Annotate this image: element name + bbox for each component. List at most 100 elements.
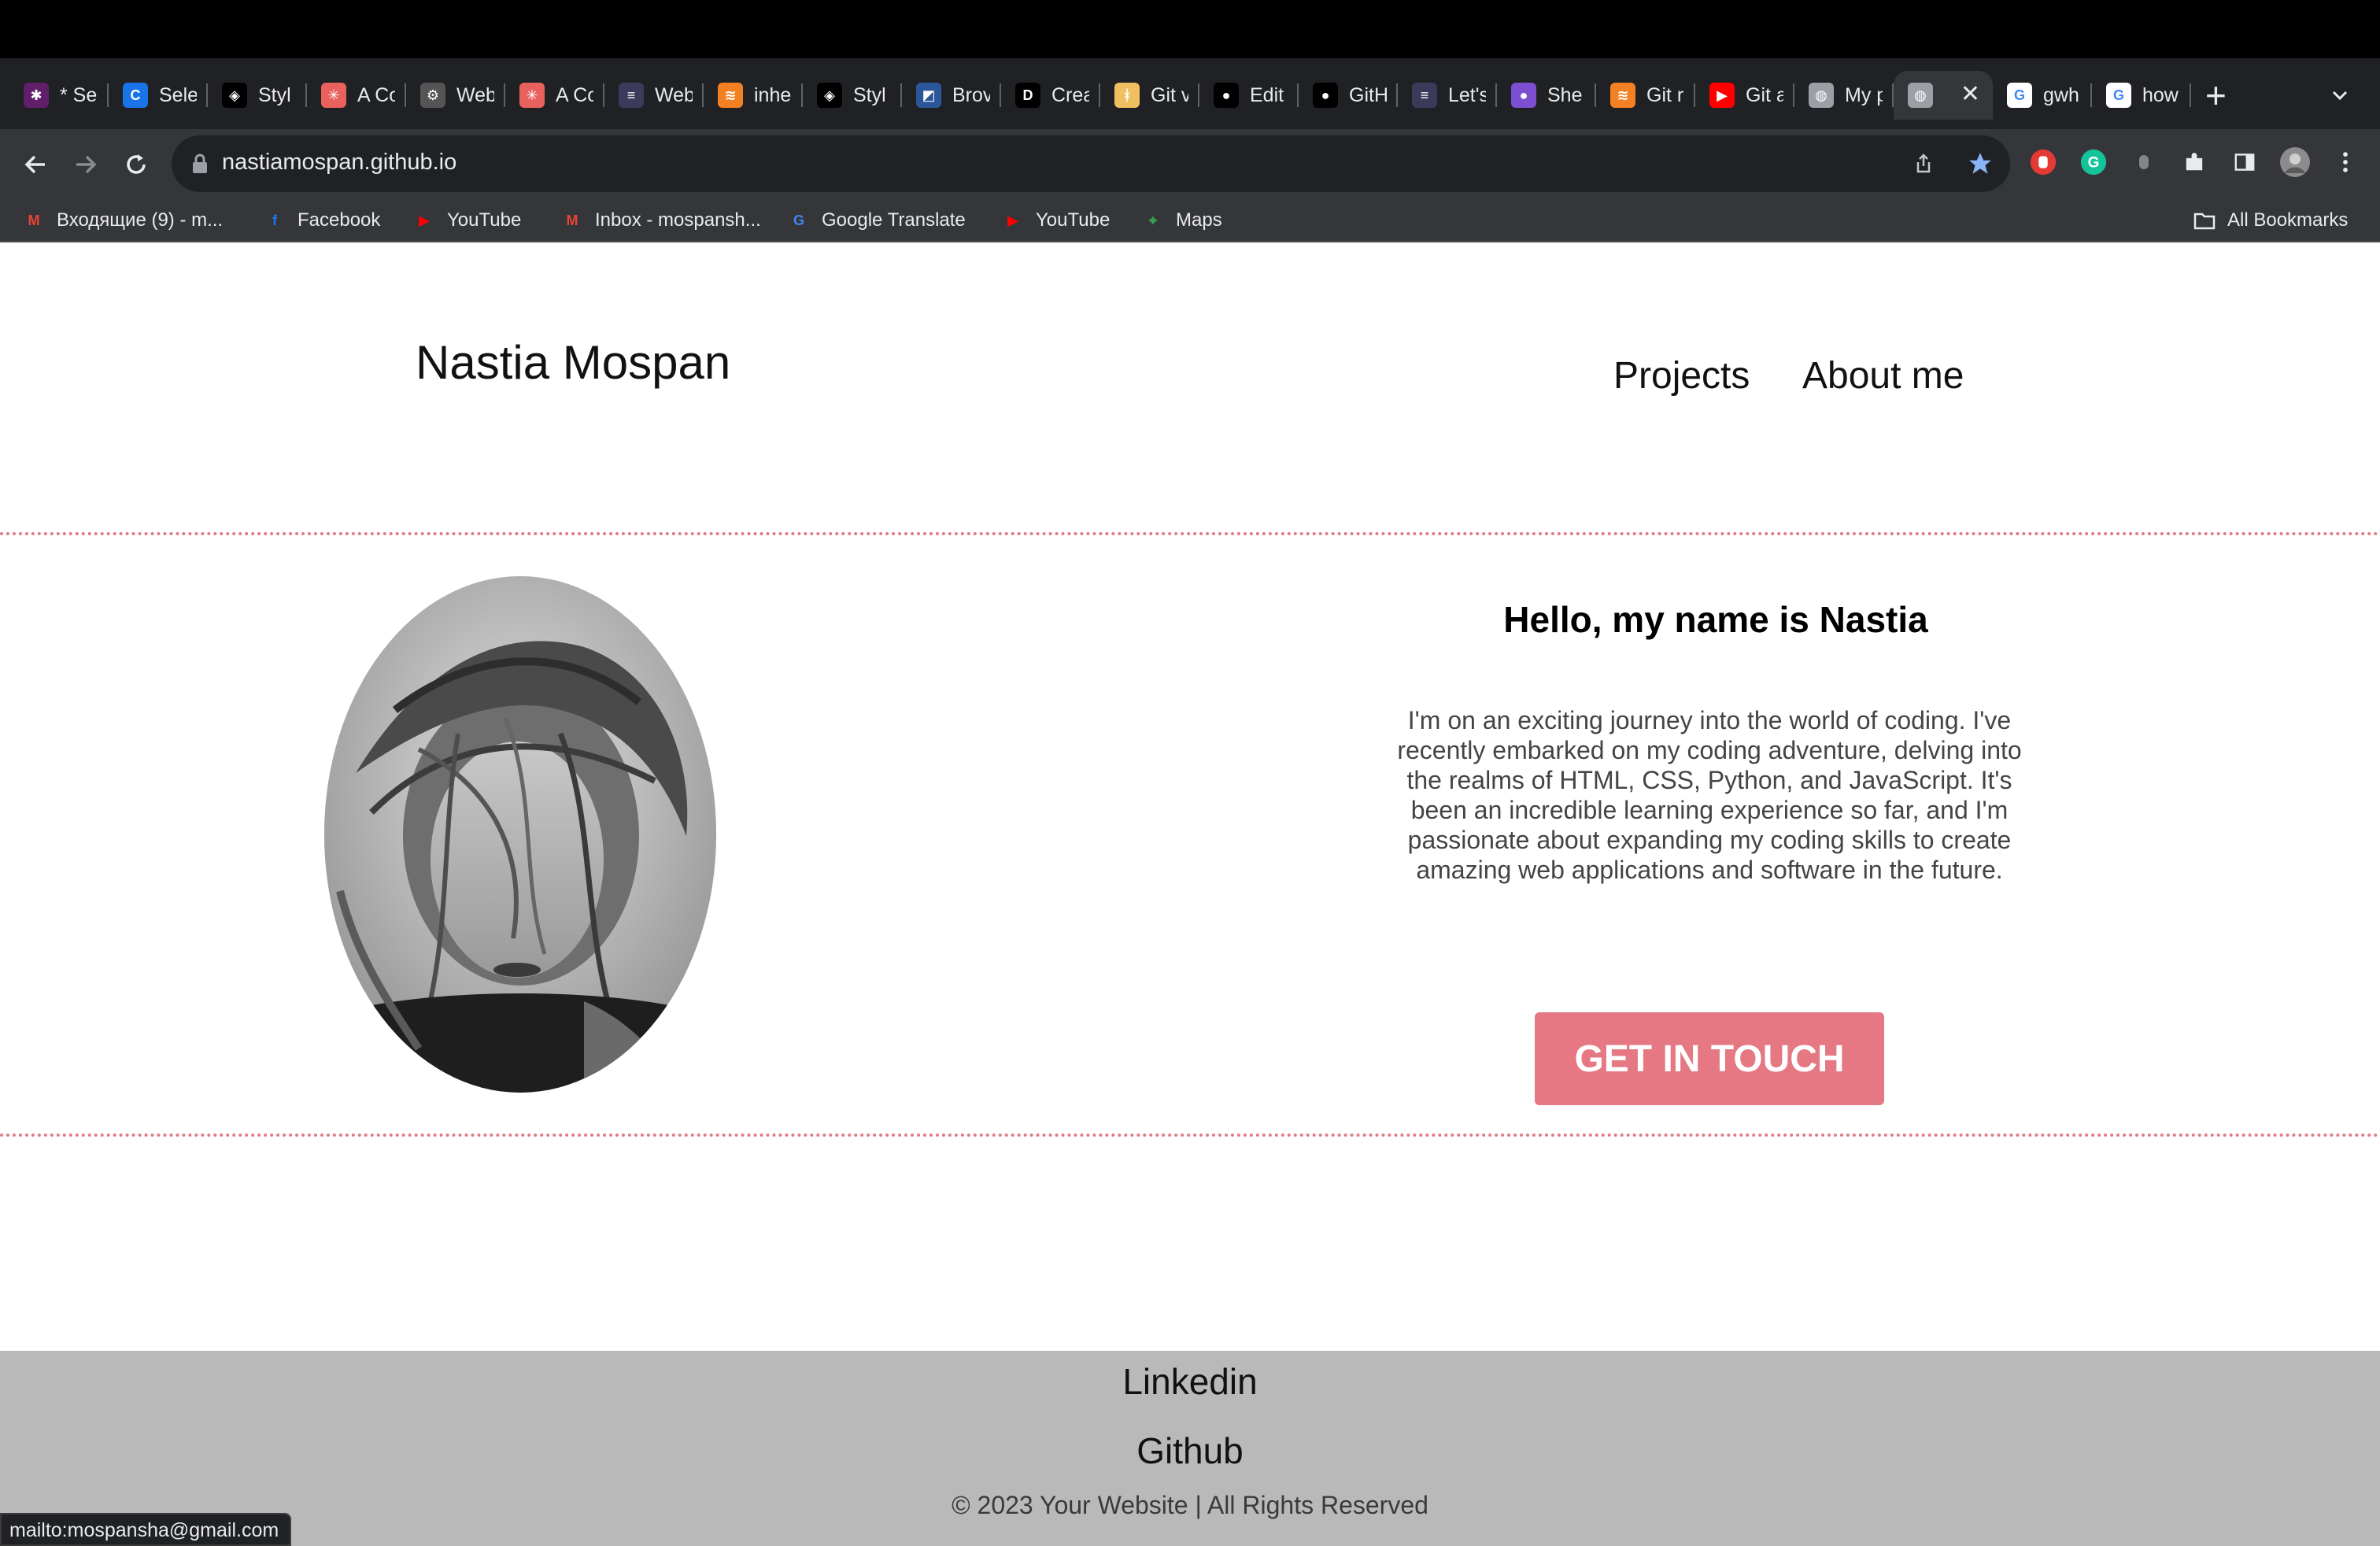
codepen-icon: ◈ <box>817 83 842 108</box>
browser-tab[interactable]: ✳ A Co <box>505 71 604 120</box>
bookmark-item[interactable]: G Google Translate <box>787 205 966 236</box>
forward-button[interactable] <box>68 146 104 183</box>
close-tab-icon[interactable]: ✕ <box>1961 80 1980 108</box>
browser-tab[interactable]: Ggwh <box>1993 71 2092 120</box>
tab-title: A Co <box>357 83 395 106</box>
tab-title: GitH <box>1349 83 1387 106</box>
new-tab-button[interactable]: + <box>2205 76 2227 115</box>
browser-tab[interactable]: ◍ ✕ <box>1894 71 1993 120</box>
get-in-touch-button[interactable]: GET IN TOUCH <box>1535 1012 1884 1105</box>
bookmark-label: Inbox - mospansh... <box>595 209 761 231</box>
browser-tab[interactable]: ≋ Git r <box>1596 71 1695 120</box>
browser-tab[interactable]: D Crea <box>1001 71 1100 120</box>
browser-tab[interactable]: ≡ Web <box>604 71 704 120</box>
browser-toolbar: nastiamospan.github.io G <box>0 129 2380 200</box>
bookmark-label: Maps <box>1176 209 1222 231</box>
address-bar[interactable]: nastiamospan.github.io <box>172 135 2010 192</box>
tab-title: Let's <box>1448 83 1486 106</box>
tab-title: how <box>2142 83 2179 106</box>
gmail-icon: M <box>28 212 40 228</box>
google-icon: G <box>2007 83 2032 108</box>
bookmarks-bar: M Входящие (9) - m... f Facebook ▶ YouTube M In… <box>0 200 2380 242</box>
bookmark-item[interactable]: ▶ YouTube <box>412 205 521 236</box>
tab-search-icon[interactable] <box>2330 85 2350 105</box>
browser-tab[interactable]: ◩ Brov <box>902 71 1001 120</box>
browser-tab[interactable]: ● She <box>1497 71 1596 120</box>
window-title-bar <box>0 0 2380 58</box>
browser-tab[interactable]: ≋ inhe <box>704 71 803 120</box>
browser-tab[interactable]: C Sele <box>109 71 208 120</box>
footer-github-link[interactable]: Github <box>0 1429 2380 1472</box>
browser-tab[interactable]: ✱ * Se <box>9 71 109 120</box>
share-icon[interactable] <box>1909 150 1938 178</box>
facebook-icon: f <box>272 212 277 228</box>
github-icon: ● <box>1313 83 1338 108</box>
svg-text:G: G <box>2088 155 2100 172</box>
maps-icon: ⌖ <box>1148 212 1158 228</box>
tab-title: Web <box>655 83 693 106</box>
extension-icon[interactable] <box>2128 146 2160 178</box>
browser-tab[interactable]: ◈ Styl <box>803 71 902 120</box>
nav-about-link[interactable]: About me <box>1802 354 1964 398</box>
site-name[interactable]: Nastia Mospan <box>416 335 730 390</box>
tab-title: Edit <box>1250 83 1284 106</box>
browser-tab[interactable]: ▶ Git a <box>1695 71 1794 120</box>
bookmark-label: Facebook <box>298 209 381 231</box>
profile-avatar[interactable] <box>2279 146 2311 178</box>
dev-icon: D <box>1015 83 1040 108</box>
browser-tab[interactable]: ◍ My p <box>1794 71 1894 120</box>
side-panel-icon[interactable] <box>2229 146 2260 178</box>
bookmark-label: Входящие (9) - m... <box>57 209 224 231</box>
all-bookmarks-button[interactable]: All Bookmarks <box>2193 205 2348 236</box>
bookmark-item[interactable]: ⌖ Maps <box>1141 205 1222 236</box>
back-button[interactable] <box>17 146 54 183</box>
browser-tab[interactable]: ᚼ Git v <box>1100 71 1199 120</box>
bookmark-label: YouTube <box>1036 209 1111 231</box>
bookmark-item[interactable]: ▶ YouTube <box>1001 205 1110 236</box>
tab-title: My p <box>1845 83 1883 106</box>
grammarly-extension-icon[interactable]: G <box>2078 146 2109 178</box>
gear-icon: ⚙ <box>420 83 445 108</box>
circle-c-icon: C <box>123 83 148 108</box>
nav-projects-link[interactable]: Projects <box>1613 354 1750 398</box>
section-divider-top <box>0 532 2380 535</box>
tab-strip: ✱ * Se C Sele ◈ Styl ✳ A Co ⚙ Web ✳ A Co ≡ Web ≋ inhe ◈ S… <box>0 58 2380 129</box>
footer-linkedin-link[interactable]: Linkedin <box>0 1360 2380 1403</box>
puzzle-extensions-icon[interactable] <box>2179 146 2210 178</box>
bookmark-item[interactable]: f Facebook <box>263 205 380 236</box>
stackoverflow-icon: ≋ <box>718 83 743 108</box>
url-text: nastiamospan.github.io <box>222 150 457 175</box>
youtube-icon: ▶ <box>1709 83 1735 108</box>
browser-tab[interactable]: ● GitH <box>1299 71 1398 120</box>
browser-tab[interactable]: Ghow <box>2092 71 2191 120</box>
tab-title: Sele <box>159 83 197 106</box>
bookmark-item[interactable]: M Inbox - mospansh... <box>560 205 761 236</box>
adblock-extension-icon[interactable] <box>2027 146 2059 178</box>
profile-photo <box>324 576 716 1093</box>
bars-icon: ≡ <box>619 83 644 108</box>
globe-icon: ◍ <box>1908 83 1933 108</box>
kebab-menu-icon[interactable] <box>2330 146 2361 178</box>
browser-tab[interactable]: ⚙ Web <box>406 71 505 120</box>
tab-title: inhe <box>754 83 792 106</box>
folder-icon <box>2193 209 2216 232</box>
tab-title: Web <box>456 83 494 106</box>
youtube-icon: ▶ <box>419 212 430 228</box>
browser-tab[interactable]: ◈ Styl <box>208 71 307 120</box>
hero-intro-text: I'm on an exciting journey into the worl… <box>1397 706 2022 884</box>
browser-tab[interactable]: ✳ A Co <box>307 71 406 120</box>
arrow-right-icon <box>76 155 97 174</box>
tab-title: Git a <box>1746 83 1783 106</box>
stackoverflow-icon: ≋ <box>1610 83 1635 108</box>
browser-tab[interactable]: ≡ Let's <box>1398 71 1497 120</box>
tab-title: gwh <box>2043 83 2079 106</box>
browser-tab[interactable]: ● Edit <box>1199 71 1299 120</box>
bookmark-item[interactable]: M Входящие (9) - m... <box>22 205 224 236</box>
reload-button[interactable] <box>118 146 154 183</box>
bookmark-star-icon[interactable] <box>1966 150 1994 178</box>
tab-title: Git v <box>1151 83 1188 106</box>
web-page: Nastia Mospan Projects About me Hello, m… <box>0 242 2380 1546</box>
bookmark-label: Google Translate <box>822 209 966 231</box>
google-icon: G <box>2106 83 2131 108</box>
asterisk-icon: ✳ <box>519 83 545 108</box>
